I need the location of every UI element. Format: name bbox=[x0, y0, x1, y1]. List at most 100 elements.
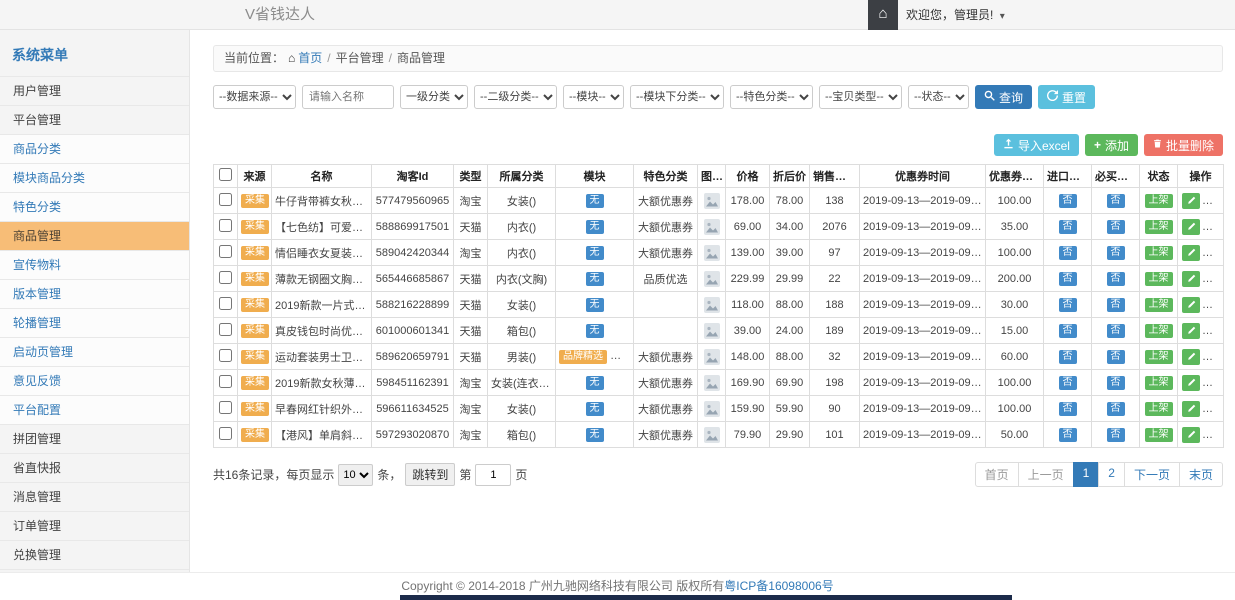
coupon-time-cell: 2019-09-13—2019-09-17 bbox=[860, 396, 986, 422]
edit-button[interactable] bbox=[1182, 375, 1200, 391]
sidebar-item[interactable]: 订单管理 bbox=[0, 511, 189, 540]
sidebar-item[interactable]: 省直快报 bbox=[0, 453, 189, 482]
edit-button[interactable] bbox=[1182, 245, 1200, 261]
per-page-select[interactable]: 10 bbox=[338, 464, 373, 486]
sidebar-item[interactable]: 用户管理 bbox=[0, 76, 189, 105]
pagination-bar: 共16条记录，每页显示 10 条， 跳转到 第 页 首页上一页12下一页末页 bbox=[213, 462, 1223, 487]
row-checkbox[interactable] bbox=[219, 375, 232, 388]
row-checkbox[interactable] bbox=[219, 271, 232, 284]
sidebar-item[interactable]: 特色分类 bbox=[0, 192, 189, 221]
row-checkbox[interactable] bbox=[219, 219, 232, 232]
row-checkbox[interactable] bbox=[219, 323, 232, 336]
coupon-amount-cell: 30.00 bbox=[986, 292, 1044, 318]
sidebar-item[interactable]: 平台配置 bbox=[0, 395, 189, 424]
coupon-amount-cell: 200.00 bbox=[986, 266, 1044, 292]
edit-button[interactable] bbox=[1182, 271, 1200, 287]
status-cell: 上架 bbox=[1140, 344, 1178, 370]
edit-button[interactable] bbox=[1182, 323, 1200, 339]
page-button[interactable]: 下一页 bbox=[1124, 462, 1180, 487]
status-badge: 采集 bbox=[241, 194, 269, 208]
row-checkbox[interactable] bbox=[219, 297, 232, 310]
sidebar-item[interactable]: 商品分类 bbox=[0, 134, 189, 163]
row-checkbox[interactable] bbox=[219, 193, 232, 206]
import-select-cell: 否 bbox=[1044, 396, 1092, 422]
import-excel-button[interactable]: 导入excel bbox=[994, 134, 1079, 156]
user-menu[interactable]: 欢迎您，管理员! ▾ bbox=[906, 0, 1005, 32]
page-button[interactable]: 上一页 bbox=[1018, 462, 1074, 487]
feature-cell: 大额优惠券 bbox=[634, 422, 698, 448]
search-button[interactable]: 查询 bbox=[975, 85, 1032, 109]
product-name-cell: 2019新款一片式系... bbox=[272, 292, 372, 318]
op-cell bbox=[1178, 422, 1224, 448]
coupon-time-cell: 2019-09-13—2019-09-15 bbox=[860, 344, 986, 370]
filter-select[interactable]: --宝贝类型-- bbox=[819, 85, 902, 109]
trash-icon bbox=[1153, 138, 1162, 152]
icon-cell bbox=[698, 188, 726, 214]
icp-link[interactable]: 粤ICP备16098006号 bbox=[724, 579, 833, 593]
sidebar-item[interactable]: 商品管理 bbox=[0, 221, 189, 250]
edit-button[interactable] bbox=[1182, 193, 1200, 209]
page-number-input[interactable] bbox=[475, 464, 511, 486]
edit-button[interactable] bbox=[1182, 427, 1200, 443]
must-buy-cell: 否 bbox=[1092, 422, 1140, 448]
filter-select[interactable]: --模块下分类-- bbox=[630, 85, 724, 109]
select-all-checkbox[interactable] bbox=[219, 168, 232, 181]
category-cell: 女装() bbox=[488, 292, 556, 318]
table-row: 采集牛仔背带裤女秋装减龄...577479560965淘宝女装()无大额优惠券1… bbox=[214, 188, 1224, 214]
add-button[interactable]: + 添加 bbox=[1085, 134, 1138, 156]
discount-price-cell: 69.90 bbox=[770, 370, 810, 396]
category-cell: 内衣() bbox=[488, 214, 556, 240]
sidebar-item[interactable]: 版本管理 bbox=[0, 279, 189, 308]
home-button[interactable]: ⌂ bbox=[868, 0, 898, 30]
filter-select[interactable]: --数据来源-- bbox=[213, 85, 296, 109]
edit-button[interactable] bbox=[1182, 401, 1200, 417]
filter-select[interactable]: --二级分类-- bbox=[474, 85, 557, 109]
sidebar-item[interactable]: 消息管理 bbox=[0, 482, 189, 511]
page-button[interactable]: 首页 bbox=[975, 462, 1019, 487]
row-checkbox[interactable] bbox=[219, 349, 232, 362]
filter-select[interactable]: --状态-- bbox=[908, 85, 969, 109]
sidebar-item[interactable]: 平台管理 bbox=[0, 105, 189, 134]
icon-cell bbox=[698, 292, 726, 318]
sidebar-item[interactable]: 拼团管理 bbox=[0, 424, 189, 453]
sidebar-item[interactable]: 启动页管理 bbox=[0, 337, 189, 366]
page-button[interactable]: 2 bbox=[1098, 462, 1125, 487]
status-badge: 否 bbox=[1059, 298, 1077, 312]
sidebar-item[interactable]: 兑换管理 bbox=[0, 540, 189, 569]
sidebar-item[interactable]: 宣传物料 bbox=[0, 250, 189, 279]
status-badge: 无 bbox=[586, 428, 604, 442]
row-checkbox[interactable] bbox=[219, 245, 232, 258]
status-badge: 否 bbox=[1059, 402, 1077, 416]
must-buy-cell: 否 bbox=[1092, 292, 1140, 318]
row-checkbox[interactable] bbox=[219, 427, 232, 440]
edit-button[interactable] bbox=[1182, 297, 1200, 313]
module-cell: 无 bbox=[556, 188, 634, 214]
filter-select[interactable]: --特色分类-- bbox=[730, 85, 813, 109]
import-select-cell: 否 bbox=[1044, 370, 1092, 396]
row-select-cell bbox=[214, 266, 238, 292]
records-unit-text: 条， bbox=[377, 466, 401, 483]
reset-button[interactable]: 重置 bbox=[1038, 85, 1095, 109]
status-cell: 上架 bbox=[1140, 318, 1178, 344]
coupon-time-cell: 2019-09-13—2019-09-17 bbox=[860, 188, 986, 214]
breadcrumb-home-link[interactable]: 首页 bbox=[298, 51, 322, 65]
page-button[interactable]: 末页 bbox=[1179, 462, 1223, 487]
filter-select[interactable]: 一级分类 bbox=[400, 85, 468, 109]
must-buy-cell: 否 bbox=[1092, 266, 1140, 292]
filter-select[interactable]: --模块-- bbox=[563, 85, 624, 109]
sidebar-item[interactable]: 意见反馈 bbox=[0, 366, 189, 395]
sidebar-item[interactable]: 模块商品分类 bbox=[0, 163, 189, 192]
jump-button[interactable]: 跳转到 bbox=[405, 463, 455, 486]
page-button[interactable]: 1 bbox=[1073, 462, 1100, 487]
edit-button[interactable] bbox=[1182, 349, 1200, 365]
row-checkbox[interactable] bbox=[219, 401, 232, 414]
coupon-amount-cell: 35.00 bbox=[986, 214, 1044, 240]
status-badge: 上架 bbox=[1145, 402, 1173, 416]
taoke-id-cell: 598451162391 bbox=[372, 370, 454, 396]
batch-delete-button[interactable]: 批量删除 bbox=[1144, 134, 1223, 156]
edit-button[interactable] bbox=[1182, 219, 1200, 235]
sidebar-item[interactable]: 轮播管理 bbox=[0, 308, 189, 337]
table-row: 采集薄款无钢圈文胸聚拢性...565446685867天猫内衣(文胸)无品质优选… bbox=[214, 266, 1224, 292]
feature-cell: 大额优惠券 bbox=[634, 188, 698, 214]
name-search-input[interactable] bbox=[302, 85, 394, 109]
